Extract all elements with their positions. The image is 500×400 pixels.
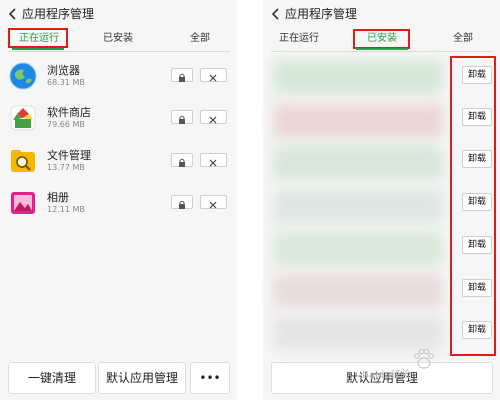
blurred-app-row	[273, 316, 443, 350]
blurred-app-row	[273, 104, 443, 138]
app-size: 13.77 MB	[47, 163, 85, 172]
tab-all[interactable]: 全部	[170, 30, 230, 52]
blurred-app-list	[273, 56, 443, 356]
lock-button[interactable]	[171, 68, 193, 82]
lock-button[interactable]	[171, 110, 193, 124]
highlight-box-running-tab	[8, 28, 68, 48]
lock-icon	[179, 200, 185, 209]
app-row[interactable]: 相册 12.11 MB	[0, 185, 237, 225]
blurred-app-row	[273, 60, 443, 94]
lock-icon	[179, 158, 185, 167]
app-size: 79.66 MB	[47, 120, 85, 129]
top-bar: 应用程序管理	[263, 0, 500, 28]
app-row[interactable]: 文件管理 13.77 MB	[0, 143, 237, 183]
close-app-button[interactable]	[200, 153, 227, 167]
tabs-divider	[8, 51, 230, 52]
tab-all[interactable]: 全部	[433, 30, 493, 52]
close-icon	[209, 159, 217, 167]
app-store-icon	[10, 105, 36, 131]
uninstall-button[interactable]: 卸载	[462, 193, 492, 211]
baidu-paw-logo	[414, 348, 434, 369]
tab-label: 已安装	[103, 33, 133, 44]
button-label: 默认应用管理	[105, 371, 178, 385]
blurred-app-row	[273, 232, 443, 266]
more-icon: •••	[199, 371, 221, 385]
close-icon	[209, 116, 217, 124]
blurred-app-row	[273, 146, 443, 180]
tab-running[interactable]: 正在运行	[269, 30, 329, 52]
tab-active-underline	[356, 48, 408, 50]
left-screen: 应用程序管理 正在运行 已安装 全部 浏览器 68.31 MB 软件商店 79.…	[0, 0, 237, 400]
uninstall-button[interactable]: 卸载	[462, 66, 492, 84]
tabs-divider	[271, 51, 493, 52]
uninstall-button[interactable]: 卸载	[462, 321, 492, 339]
tab-label: 全部	[190, 33, 210, 44]
app-name: 文件管理	[47, 149, 91, 162]
tab-installed[interactable]: 已安装	[88, 30, 148, 52]
tab-label: 全部	[453, 33, 473, 44]
close-app-button[interactable]	[200, 195, 227, 209]
page-title: 应用程序管理	[285, 7, 358, 21]
tab-active-underline	[12, 48, 64, 50]
app-row[interactable]: 软件商店 79.66 MB	[0, 100, 237, 140]
app-name: 浏览器	[47, 64, 80, 77]
blurred-app-row	[273, 190, 443, 224]
browser-icon	[9, 62, 37, 90]
default-apps-button[interactable]: 默认应用管理	[98, 362, 186, 394]
gallery-icon	[11, 192, 35, 214]
uninstall-button[interactable]: 卸载	[462, 108, 492, 126]
back-arrow-icon[interactable]	[269, 6, 283, 22]
uninstall-button[interactable]: 卸载	[462, 150, 492, 168]
button-label: 一键清理	[27, 371, 76, 385]
lock-icon	[179, 73, 185, 82]
uninstall-button[interactable]: 卸载	[462, 236, 492, 254]
blurred-app-row	[273, 274, 443, 308]
close-icon	[209, 201, 217, 209]
app-name: 软件商店	[47, 106, 91, 119]
page-title: 应用程序管理	[22, 7, 95, 21]
lock-icon	[179, 115, 185, 124]
highlight-box-installed-tab	[353, 29, 410, 49]
lock-button[interactable]	[171, 195, 193, 209]
app-size: 12.11 MB	[47, 205, 85, 214]
app-row[interactable]: 浏览器 68.31 MB	[0, 58, 237, 98]
one-click-clean-button[interactable]: 一键清理	[8, 362, 96, 394]
watermark-text: Baidu经验	[362, 370, 411, 381]
close-icon	[209, 74, 217, 82]
lock-button[interactable]	[171, 153, 193, 167]
top-bar: 应用程序管理	[0, 0, 237, 28]
close-app-button[interactable]	[200, 68, 227, 82]
more-button[interactable]: •••	[190, 362, 230, 394]
tab-label: 正在运行	[279, 33, 319, 44]
uninstall-button[interactable]: 卸载	[462, 279, 492, 297]
back-arrow-icon[interactable]	[6, 6, 20, 22]
app-size: 68.31 MB	[47, 78, 85, 87]
file-manager-icon	[11, 150, 35, 172]
close-app-button[interactable]	[200, 110, 227, 124]
app-name: 相册	[47, 191, 69, 204]
